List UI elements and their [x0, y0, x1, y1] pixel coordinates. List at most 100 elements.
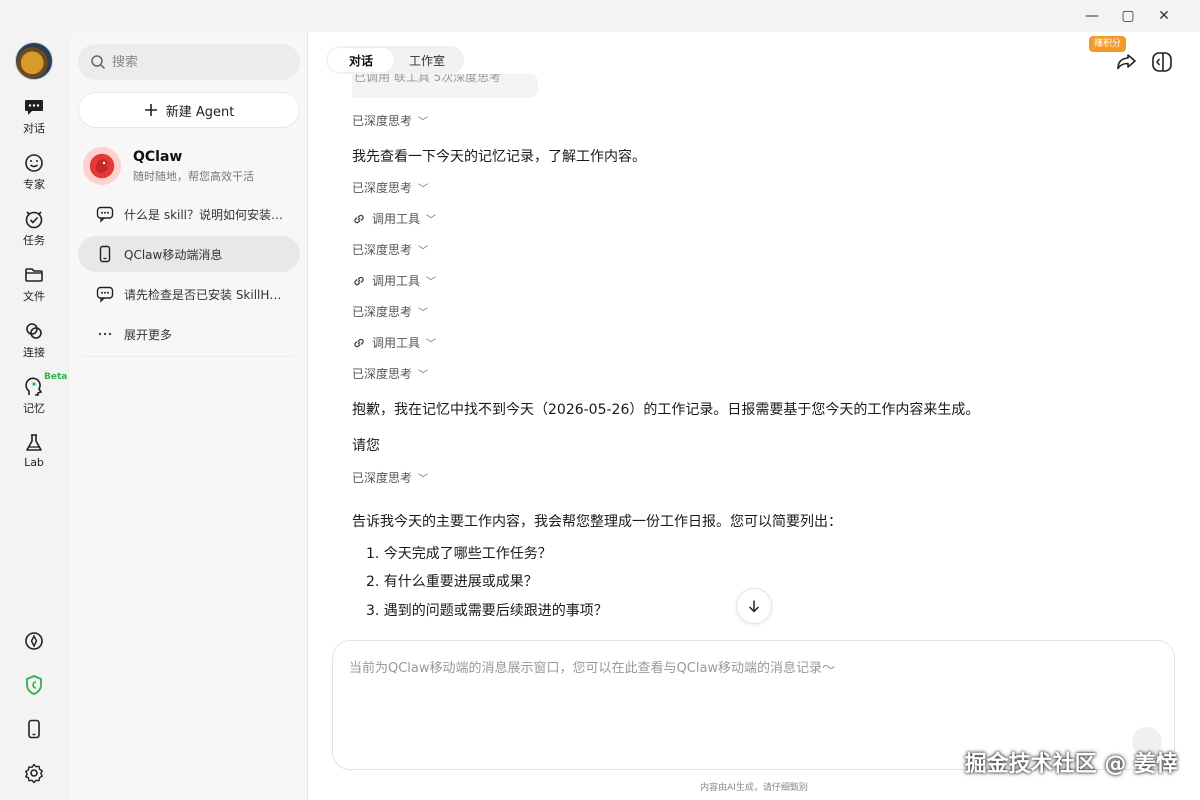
minimize-button[interactable]: —: [1074, 0, 1110, 32]
tool-call-toggle[interactable]: 调用工具 ﹀: [352, 272, 436, 289]
show-more-button[interactable]: 展开更多: [78, 316, 300, 352]
qclaw-logo-icon: [83, 147, 121, 185]
rail-item-files[interactable]: 文件: [4, 264, 64, 304]
connect-icon: [26, 323, 42, 339]
link-icon: [354, 214, 364, 223]
chevron-down-icon: ﹀: [426, 339, 437, 350]
agent-subtitle: 随时随地，帮您高效干活: [133, 169, 254, 183]
conversation-label: QClaw移动端消息: [124, 247, 223, 262]
assistant-message: 我先查看一下今天的记忆记录，了解工作内容。: [352, 149, 646, 165]
chat-bubble-icon: [96, 206, 114, 223]
list-item: 3. 遇到的问题或需要后续跟进的事项？: [366, 603, 608, 619]
arrow-down-icon: [748, 600, 760, 613]
conversation-label: 什么是 skill？说明如何安装…: [124, 207, 284, 222]
close-button[interactable]: ✕: [1146, 0, 1182, 32]
rail-item-connect[interactable]: 连接: [4, 320, 64, 360]
conversation-item[interactable]: 什么是 skill？说明如何安装…: [78, 196, 300, 232]
agent-card-qclaw[interactable]: QClaw 随时随地，帮您高效干活: [83, 144, 303, 188]
deep-think-toggle[interactable]: 已深度思考 ﹀: [352, 303, 428, 320]
chat-icon: [25, 100, 43, 115]
main-area: 对话 工作室 赚积分 已调用 联工具 5次深度思考 已深度思考 ﹀ 我先查看一下今…: [308, 32, 1200, 800]
message-bubble-cut: 已调用 联工具 5次深度思考: [352, 74, 538, 98]
divider: [83, 356, 293, 357]
rail-item-chat[interactable]: 对话: [4, 96, 64, 136]
chevron-down-icon: ﹀: [418, 370, 429, 381]
rail-bottom-icons: [0, 630, 68, 784]
settings-icon[interactable]: [23, 762, 45, 784]
think-label: 已深度思考: [352, 367, 413, 381]
tool-label: 调用工具: [372, 274, 421, 288]
memory-icon: [25, 377, 43, 396]
think-label: 已深度思考: [352, 114, 413, 128]
list-item: 1. 今天完成了哪些工作任务？: [366, 546, 552, 562]
bubble-text: 已调用 联工具 5次深度思考: [354, 74, 502, 84]
show-more-label: 展开更多: [124, 327, 173, 342]
rail-label: 对话: [23, 122, 45, 135]
new-agent-button[interactable]: 新建 Agent: [78, 92, 300, 128]
message-list: 已调用 联工具 5次深度思考 已深度思考 ﹀ 我先查看一下今天的记忆记录，了解工作…: [352, 32, 1172, 632]
rail-item-memory[interactable]: Beta 记忆: [4, 372, 67, 416]
expert-icon: [25, 154, 43, 172]
scroll-to-bottom-button[interactable]: [736, 588, 772, 624]
chevron-down-icon: ﹀: [418, 474, 429, 485]
conversation-label: 请先检查是否已安装 SkillH…: [124, 287, 282, 302]
search-icon: [91, 55, 106, 70]
watermark: 掘金技术社区 @ 姜悻: [964, 752, 1178, 777]
more-icon: [98, 332, 112, 336]
chevron-down-icon: ﹀: [418, 184, 429, 195]
phone-icon[interactable]: [23, 718, 45, 740]
link-icon: [354, 276, 364, 285]
compass-icon[interactable]: [23, 630, 45, 652]
tool-label: 调用工具: [372, 336, 421, 350]
rail-label: 连接: [23, 346, 45, 359]
deep-think-toggle[interactable]: 已深度思考 ﹀: [352, 179, 428, 196]
folder-icon: [25, 268, 43, 282]
ai-disclaimer: 内容由AI生成，请仔细甄别: [700, 783, 808, 793]
rail-label: Lab: [24, 456, 44, 469]
left-rail: 对话 专家 任务 文件 连接 Beta 记忆 Lab: [0, 32, 68, 800]
chevron-down-icon: ﹀: [426, 277, 437, 288]
title-bar: — ▢ ✕: [0, 0, 1200, 32]
message-input[interactable]: [349, 657, 1149, 747]
flask-icon: [26, 434, 42, 451]
chevron-down-icon: ﹀: [418, 117, 429, 128]
new-agent-label: 新建 Agent: [165, 104, 235, 120]
shield-icon[interactable]: [23, 674, 45, 696]
search-input[interactable]: [112, 54, 282, 70]
deep-think-toggle[interactable]: 已深度思考 ﹀: [352, 241, 428, 258]
chevron-down-icon: ﹀: [418, 308, 429, 319]
avatar[interactable]: [15, 42, 53, 80]
list-item: 2. 有什么重要进展或成果？: [366, 574, 538, 590]
agent-name: QClaw: [133, 148, 183, 165]
maximize-button[interactable]: ▢: [1110, 0, 1146, 32]
rail-item-expert[interactable]: 专家: [4, 152, 64, 192]
task-icon: [25, 211, 43, 229]
rail-label: 任务: [23, 234, 45, 247]
rail-item-lab[interactable]: Lab: [4, 432, 64, 469]
tool-call-toggle[interactable]: 调用工具 ﹀: [352, 334, 436, 351]
beta-badge: Beta: [44, 372, 68, 382]
chat-bubble-icon: [96, 286, 114, 303]
conversation-item[interactable]: 请先检查是否已安装 SkillH…: [78, 276, 300, 312]
plus-icon: [144, 104, 157, 116]
rail-label: 记忆: [23, 402, 45, 415]
think-label: 已深度思考: [352, 471, 413, 485]
conversation-panel: 新建 Agent QClaw 随时随地，帮您高效干活 什么是 skill？说明如…: [68, 32, 308, 800]
deep-think-toggle[interactable]: 已深度思考 ﹀: [352, 469, 428, 486]
chevron-down-icon: ﹀: [426, 215, 437, 226]
think-label: 已深度思考: [352, 181, 413, 195]
link-icon: [354, 338, 364, 347]
rail-item-task[interactable]: 任务: [4, 208, 64, 248]
rail-label: 文件: [23, 290, 45, 303]
rail-label: 专家: [23, 178, 45, 191]
tool-label: 调用工具: [372, 212, 421, 226]
assistant-message: 告诉我今天的主要工作内容，我会帮您整理成一份工作日报。您可以简要列出：: [352, 514, 842, 530]
tool-call-toggle[interactable]: 调用工具 ﹀: [352, 210, 436, 227]
assistant-message: 抱歉，我在记忆中找不到今天（2026-05-26）的工作记录。日报需要基于您今天…: [352, 402, 980, 418]
phone-icon: [99, 245, 111, 263]
conversation-item-active[interactable]: QClaw移动端消息: [78, 236, 300, 272]
deep-think-toggle[interactable]: 已深度思考 ﹀: [352, 365, 428, 382]
assistant-message: 请您: [352, 438, 380, 454]
search-box[interactable]: [78, 44, 300, 80]
deep-think-toggle[interactable]: 已深度思考 ﹀: [352, 112, 428, 129]
